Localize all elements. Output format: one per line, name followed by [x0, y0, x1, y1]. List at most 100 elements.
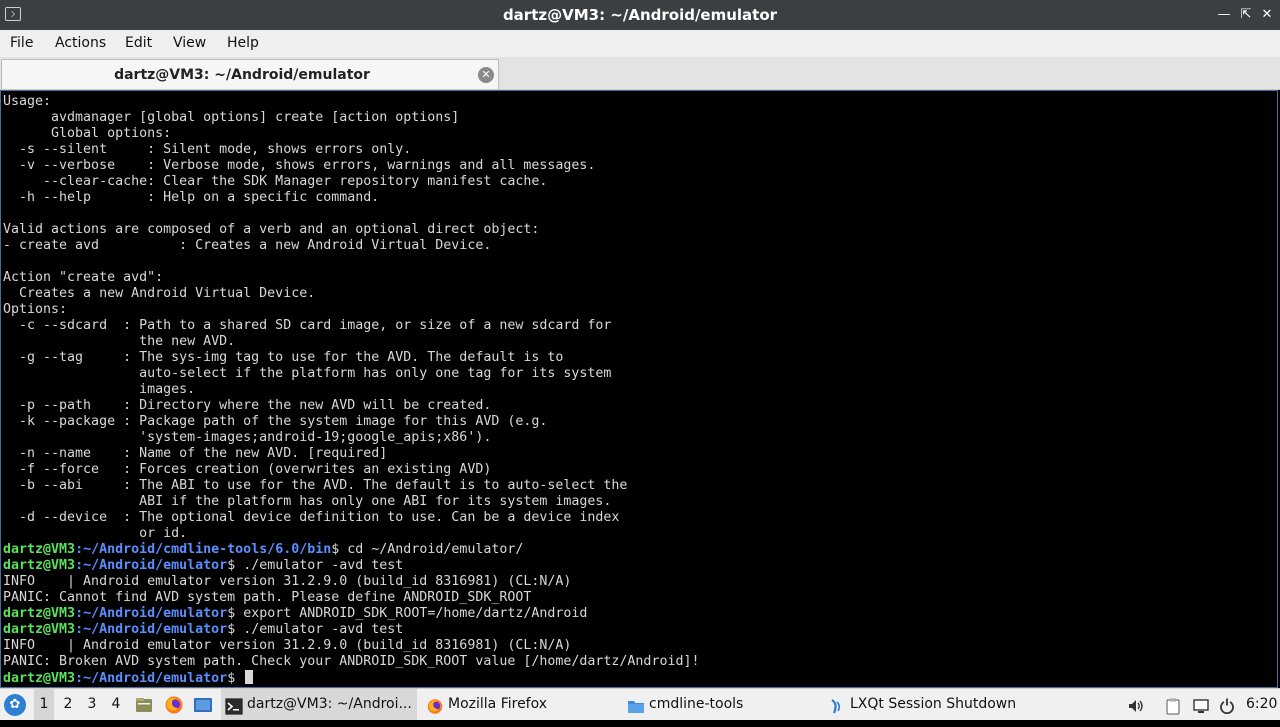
terminal-tab[interactable]: dartz@VM3: ~/Android/emulator ✕: [1, 59, 499, 89]
output-line: -n --name : Name of the new AVD. [requir…: [3, 446, 388, 461]
output-line: or id.: [3, 526, 188, 541]
menu-help[interactable]: Help: [227, 30, 259, 57]
prompt-user: dartz@VM3: [3, 542, 76, 557]
task-label: cmdline-tools: [649, 696, 744, 712]
prompt-colon: :: [75, 671, 84, 686]
output-line: images.: [3, 382, 196, 397]
prompt-line: dartz@VM3:~/Android/emulator$ ./emulator…: [3, 622, 699, 638]
prompt-user: dartz@VM3: [3, 622, 76, 637]
prompt-dollar: $: [227, 606, 236, 621]
output-line: Action "create avd":: [3, 270, 164, 285]
output-line: ABI if the platform has only one ABI for…: [3, 494, 612, 509]
task-firefox[interactable]: Mozilla Firefox: [422, 689, 618, 720]
output-line: avdmanager [global options] create [acti…: [3, 110, 460, 125]
output-line: -p --path : Directory where the new AVD …: [3, 398, 492, 413]
prompt-dollar: $: [227, 671, 236, 686]
prompt-line: dartz@VM3:~/Android/emulator$: [3, 670, 699, 686]
firefox-icon: [426, 696, 444, 714]
output-line: -f --force : Forces creation (overwrites…: [3, 462, 492, 477]
task-terminal[interactable]: dartz@VM3: ~/Androi...: [221, 689, 417, 720]
task-lxqt-shutdown[interactable]: LXQt Session Shutdown: [824, 689, 1020, 720]
minimize-icon[interactable]: —: [1216, 6, 1232, 24]
command-text: ./emulator -avd test: [235, 622, 404, 637]
prompt-path: ~/Android/emulator: [83, 606, 228, 621]
output-line: PANIC: Broken AVD system path. Check you…: [3, 654, 700, 669]
output-line: -c --sdcard : Path to a shared SD card i…: [3, 318, 612, 333]
prompt-path: ~/Android/cmdline-tools/6.0/bin: [83, 542, 332, 557]
output-line: the new AVD.: [3, 334, 236, 349]
prompt-colon: :: [75, 606, 84, 621]
workspace-2[interactable]: 2: [58, 689, 78, 720]
output-line: -d --device : The optional device defini…: [3, 510, 620, 525]
prompt-colon: :: [75, 558, 84, 573]
output-line: 'system-images;android-19;google_apis;x8…: [3, 430, 492, 445]
firefox-icon[interactable]: [164, 695, 184, 715]
terminal-output: Usage: avdmanager [global options] creat…: [3, 94, 699, 686]
lxqt-start-icon[interactable]: ✿: [4, 694, 26, 716]
prompt-user: dartz@VM3: [3, 558, 76, 573]
output-line: -h --help : Help on a specific command.: [3, 190, 380, 205]
command-text: export ANDROID_SDK_ROOT=/home/dartz/Andr…: [235, 606, 588, 621]
maximize-icon[interactable]: ⇱: [1238, 6, 1254, 24]
prompt-path: ~/Android/emulator: [83, 671, 228, 686]
tab-bar: dartz@VM3: ~/Android/emulator ✕: [0, 57, 1280, 90]
close-icon[interactable]: ✕: [478, 67, 494, 83]
folder-icon: [627, 696, 645, 713]
output-line: auto-select if the platform has only one…: [3, 366, 612, 381]
terminal-area[interactable]: Usage: avdmanager [global options] creat…: [0, 90, 1278, 688]
task-label: Mozilla Firefox: [448, 696, 548, 712]
prompt-user: dartz@VM3: [3, 671, 76, 686]
output-line: -g --tag : The sys-img tag to use for th…: [3, 350, 564, 365]
output-line: -k --package : Package path of the syste…: [3, 414, 548, 429]
command-text: ./emulator -avd test: [235, 558, 404, 573]
tab-label: dartz@VM3: ~/Android/emulator: [114, 67, 370, 83]
output-line: Valid actions are composed of a verb and…: [3, 222, 540, 237]
clipboard-icon[interactable]: [1164, 696, 1182, 715]
output-line: -s --silent : Silent mode, shows errors …: [3, 142, 412, 157]
output-line: -b --abi : The ABI to use for the AVD. T…: [3, 478, 628, 493]
volume-icon[interactable]: [1127, 696, 1145, 714]
network-icon[interactable]: [1192, 696, 1210, 714]
output-line: Options:: [3, 302, 68, 317]
output-line: Usage:: [3, 94, 52, 109]
task-cmdline-tools[interactable]: cmdline-tools: [623, 689, 819, 720]
prompt-line: dartz@VM3:~/Android/emulator$ export AND…: [3, 606, 699, 622]
prompt-dollar: $: [227, 622, 236, 637]
workspace-4[interactable]: 4: [106, 689, 126, 720]
task-label: dartz@VM3: ~/Androi...: [247, 696, 412, 712]
prompt-line: dartz@VM3:~/Android/emulator$ ./emulator…: [3, 558, 699, 574]
command-text: cd ~/Android/emulator/: [339, 542, 524, 557]
menu-edit[interactable]: Edit: [125, 30, 152, 57]
output-line: INFO | Android emulator version 31.2.9.0…: [3, 574, 572, 589]
output-line: Creates a new Android Virtual Device.: [3, 286, 316, 301]
menu-view[interactable]: View: [173, 30, 206, 57]
output-line: INFO | Android emulator version 31.2.9.0…: [3, 638, 572, 653]
file-manager-icon[interactable]: [134, 695, 154, 715]
prompt-colon: :: [75, 622, 84, 637]
taskbar: ✿ 1 2 3 4 dartz@VM3: ~/Androi... Mozilla…: [0, 688, 1280, 720]
prompt-line: dartz@VM3:~/Android/cmdline-tools/6.0/bi…: [3, 542, 699, 558]
menu-file[interactable]: File: [10, 30, 33, 57]
output-line: PANIC: Cannot find AVD system path. Plea…: [3, 590, 532, 605]
window-titlebar: dartz@VM3: ~/Android/emulator — ⇱ ✕: [0, 0, 1280, 30]
close-window-icon[interactable]: ✕: [1259, 6, 1275, 24]
prompt-colon: :: [75, 542, 84, 557]
terminal-icon: [225, 696, 243, 715]
prompt-dollar: $: [227, 558, 236, 573]
lxqt-icon: [828, 696, 846, 714]
desktop-icon[interactable]: [193, 695, 213, 715]
output-line: --clear-cache: Clear the SDK Manager rep…: [3, 174, 548, 189]
power-icon[interactable]: [1218, 696, 1236, 715]
prompt-user: dartz@VM3: [3, 606, 76, 621]
clock[interactable]: 6:20: [1246, 689, 1277, 720]
output-line: -v --verbose : Verbose mode, shows error…: [3, 158, 596, 173]
workspace-3[interactable]: 3: [82, 689, 102, 720]
prompt-path: ~/Android/emulator: [83, 622, 228, 637]
text-cursor: [245, 670, 254, 684]
menu-actions[interactable]: Actions: [55, 30, 106, 57]
prompt-path: ~/Android/emulator: [83, 558, 228, 573]
output-line: Global options:: [3, 126, 172, 141]
workspace-1[interactable]: 1: [34, 689, 54, 720]
